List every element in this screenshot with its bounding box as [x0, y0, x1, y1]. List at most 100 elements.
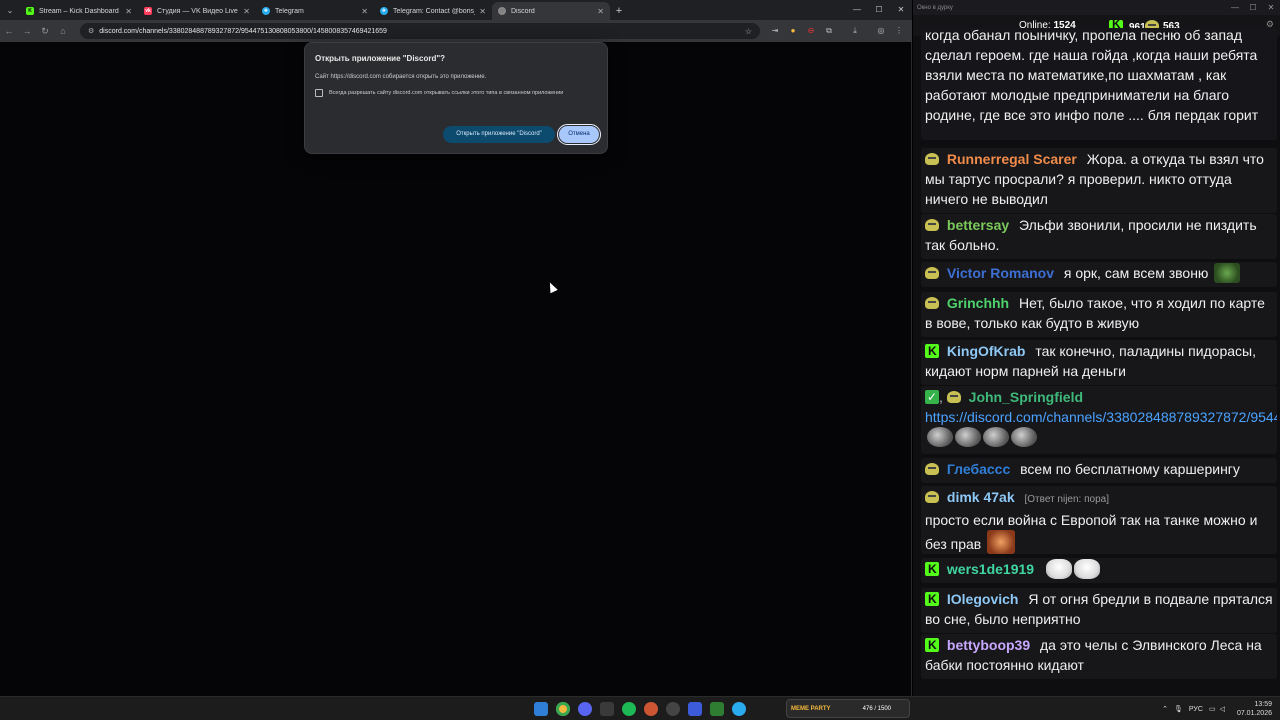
rat-emote-icon [1011, 427, 1037, 447]
app-icon[interactable] [688, 702, 702, 716]
kick-badge-icon [925, 635, 939, 655]
rat-emote-icon [983, 427, 1009, 447]
maximize-icon[interactable]: ☐ [1244, 0, 1262, 15]
tab-telegram-contact[interactable]: ✈ Telegram: Contact @boris_rozh ✕ [374, 2, 492, 20]
tab-telegram[interactable]: ✈ Telegram ✕ [256, 2, 374, 20]
close-icon[interactable]: ✕ [597, 7, 604, 16]
tab-title: Telegram: Contact @boris_rozh [393, 7, 475, 15]
maximize-icon[interactable]: ☐ [868, 0, 890, 20]
message-text: просто если война с Европой так на танке… [925, 512, 1258, 552]
ghost-emote-icon [1073, 559, 1100, 579]
close-icon[interactable]: ✕ [243, 7, 250, 16]
tab-title: Telegram [275, 7, 304, 15]
extensions-puzzle-icon[interactable]: ⧉ [822, 24, 836, 38]
username[interactable]: Victor Romanov [947, 265, 1054, 281]
new-tab-button[interactable]: + [610, 2, 628, 20]
app-icon[interactable] [600, 702, 614, 716]
pepe-badge-icon [925, 267, 939, 279]
username[interactable]: bettyboop39 [947, 637, 1030, 653]
username[interactable]: John_Springfield [969, 389, 1083, 405]
chrome-icon[interactable] [556, 702, 570, 716]
kick-icon: K [26, 7, 34, 15]
close-window-icon[interactable]: ✕ [890, 0, 912, 20]
pepe-badge-icon [925, 297, 939, 309]
tab-title: Stream – Kick Dashboard [39, 7, 119, 15]
back-icon[interactable]: ← [0, 26, 18, 36]
widget-title: MEME PARTY [791, 705, 831, 712]
username[interactable]: KingOfKrab [947, 343, 1026, 359]
chat-message: когда обанал поыничку, пропела песню об … [921, 28, 1277, 140]
cancel-button[interactable]: Отмена [557, 124, 601, 145]
close-icon[interactable]: ✕ [479, 7, 486, 16]
chat-window-controls: — ☐ ✕ [1226, 0, 1280, 15]
pepe-badge-icon [925, 491, 939, 503]
close-window-icon[interactable]: ✕ [1262, 0, 1280, 15]
discord-icon[interactable] [578, 702, 592, 716]
close-icon[interactable]: ✕ [125, 7, 132, 16]
menu-icon[interactable]: ⋮ [892, 24, 906, 38]
address-bar[interactable]: ⚙ discord.com/channels/33802848878932787… [80, 23, 760, 39]
chat-message: Runnerregal Scarer Жора. а откуда ты взя… [921, 148, 1277, 213]
app-icon[interactable] [710, 702, 724, 716]
pepe-badge-icon [925, 153, 939, 165]
username[interactable]: Глебассс [947, 461, 1010, 477]
tab-discord[interactable]: ◌ Discord ✕ [492, 2, 610, 20]
mouse-cursor-icon [546, 280, 558, 294]
username[interactable]: bettersay [947, 217, 1009, 233]
always-allow-checkbox[interactable] [315, 89, 323, 97]
close-icon[interactable]: ✕ [361, 7, 368, 16]
taskbar: MEME PARTY 476 / 1500 ⌃ 🎙 РУС ▭ ◁ 13:59 … [0, 696, 1280, 720]
telegram-icon[interactable] [732, 702, 746, 716]
site-info-icon[interactable]: ⚙ [88, 27, 94, 35]
spotify-icon[interactable] [622, 702, 636, 716]
network-icon[interactable]: ▭ [1209, 705, 1216, 713]
extension-icon[interactable]: ⊖ [804, 24, 818, 38]
chat-message: KingOfKrab так конечно, паладины пидорас… [921, 340, 1277, 385]
username[interactable]: IOlegovich [947, 591, 1019, 607]
profile-icon[interactable]: ◎ [874, 24, 888, 38]
telegram-icon: ✈ [262, 7, 270, 15]
forward-icon[interactable]: → [18, 26, 36, 36]
clock-date: 07.01.2026 [1236, 710, 1272, 717]
vk-icon: vk [144, 7, 152, 15]
loading-icon: ◌ [498, 7, 506, 15]
bookmark-star-icon[interactable]: ☆ [745, 27, 752, 36]
microphone-icon[interactable]: 🎙 [1174, 705, 1183, 713]
open-app-button[interactable]: Открыть приложение "Discord" [443, 126, 555, 143]
widget-count: 476 / 1500 [862, 705, 891, 712]
url-text: discord.com/channels/338028488789327872/… [99, 27, 387, 35]
minimize-icon[interactable]: — [1226, 0, 1244, 15]
volume-icon[interactable]: ◁ [1220, 705, 1225, 713]
checkbox-label: Всегда разрешать сайту discord.com откры… [329, 90, 564, 96]
meme-party-widget[interactable]: MEME PARTY 476 / 1500 [786, 699, 910, 718]
username[interactable]: wers1de1919 [947, 561, 1034, 577]
frog-emote-icon [1214, 263, 1241, 283]
tab-strip: ⌄ K Stream – Kick Dashboard ✕ vk Студия … [0, 0, 912, 20]
home-icon[interactable]: ⌂ [54, 26, 72, 36]
clock[interactable]: 13:59 07.01.2026 [1237, 700, 1272, 718]
extension-icon[interactable]: ● [786, 24, 800, 38]
tab-vk-studio[interactable]: vk Студия — VK Видео Live ✕ [138, 2, 256, 20]
open-app-dialog: Открыть приложение "Discord"? Сайт https… [304, 42, 608, 154]
message-text: я орк, сам всем звоню [1063, 265, 1209, 281]
obs-icon[interactable] [644, 702, 658, 716]
app-icon[interactable] [666, 702, 680, 716]
chat-message: Глебассс всем по бесплатному каршерингу [921, 458, 1277, 483]
cast-icon[interactable]: ⇥ [768, 24, 782, 38]
minimize-icon[interactable]: — [846, 0, 868, 20]
download-icon[interactable]: ⤓ [848, 24, 862, 38]
reply-reference[interactable]: [Ответ nijen: пора] [1025, 494, 1110, 505]
tab-kick-dashboard[interactable]: K Stream – Kick Dashboard ✕ [20, 2, 138, 20]
tab-search-icon[interactable]: ⌄ [0, 0, 20, 20]
start-menu-icon[interactable] [534, 702, 548, 716]
username[interactable]: Runnerregal Scarer [947, 151, 1077, 167]
reload-icon[interactable]: ↻ [36, 26, 54, 37]
chat-message: Victor Romanov я орк, сам всем звоню [921, 262, 1277, 287]
message-link[interactable]: https://discord.com/channels/33802848878… [925, 409, 1277, 425]
chat-window-title: Окно в дурку [917, 4, 953, 11]
username[interactable]: dimk 47ak [947, 489, 1015, 505]
chevron-up-icon[interactable]: ⌃ [1162, 705, 1168, 713]
username[interactable]: Grinchhh [947, 295, 1009, 311]
pepe-badge-icon [946, 391, 961, 403]
language-indicator[interactable]: РУС [1189, 706, 1203, 713]
